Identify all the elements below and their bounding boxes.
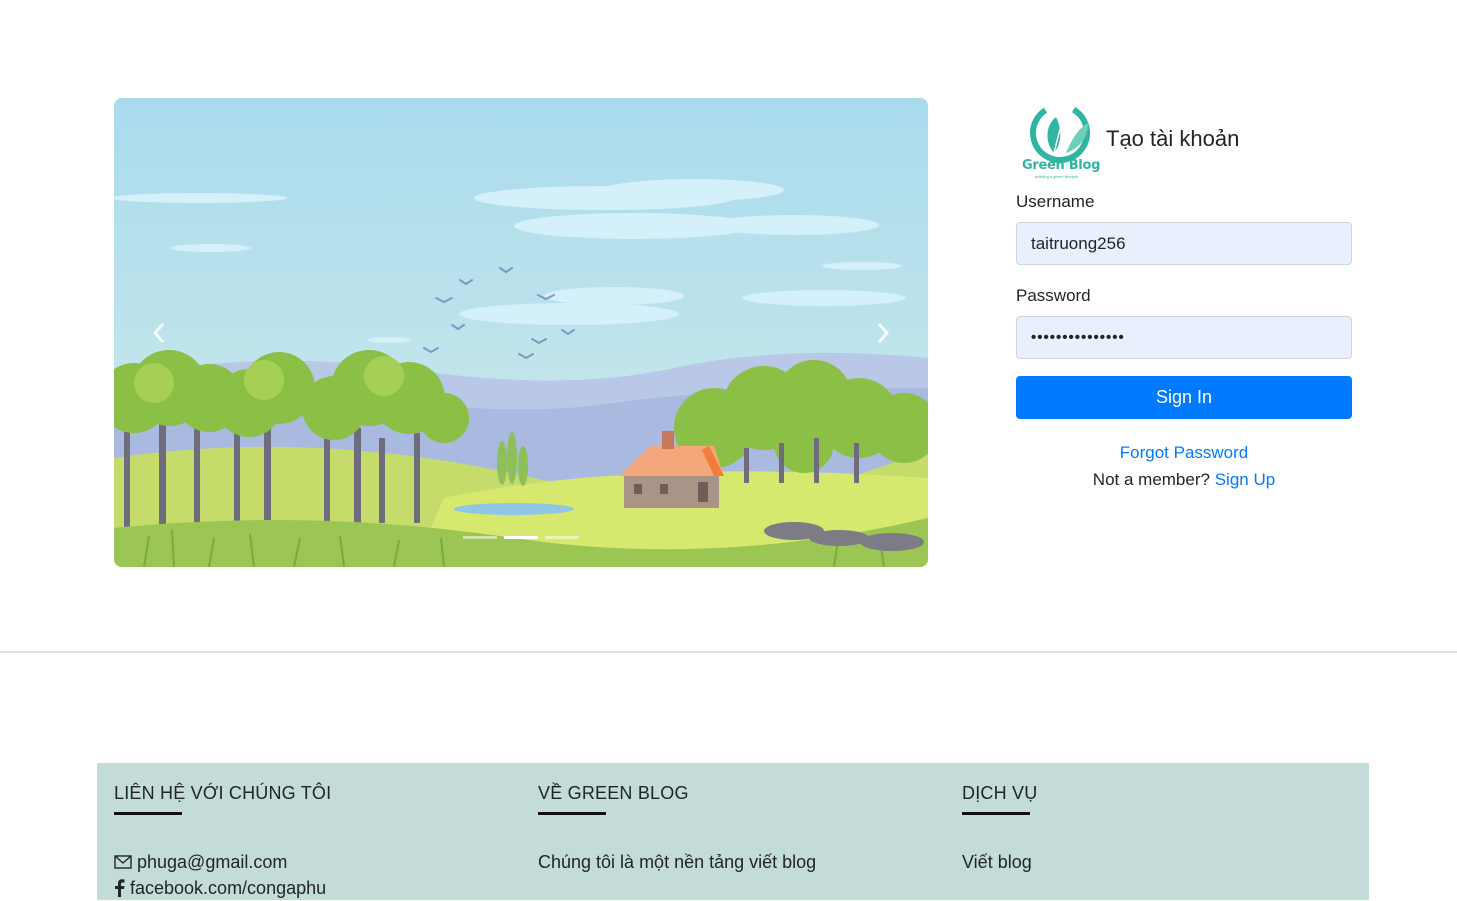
brand-header: Green Blog building a green lifestyle Tạ…	[1016, 103, 1352, 181]
footer-service-item[interactable]: Viết blog	[962, 852, 1037, 873]
footer-about-heading: VỀ GREEN BLOG	[538, 783, 689, 803]
password-input[interactable]: •••••••••••••••	[1016, 316, 1352, 359]
footer-about-column: VỀ GREEN BLOG Chúng tôi là một nền tảng …	[538, 783, 816, 873]
sign-in-button[interactable]: Sign In	[1016, 376, 1352, 419]
section-divider	[0, 651, 1457, 653]
facebook-icon	[114, 879, 125, 897]
password-label: Password	[1016, 286, 1091, 305]
username-label: Username	[1016, 192, 1095, 211]
sign-up-link[interactable]: Sign Up	[1215, 470, 1275, 489]
auth-links: Forgot Password Not a member? Sign Up	[1016, 439, 1352, 493]
forgot-password-link[interactable]: Forgot Password	[1120, 443, 1249, 462]
logo-text: Green Blog	[1022, 158, 1101, 173]
footer: LIÊN HỆ VỚI CHÚNG TÔI phuga@gmail.com fa…	[97, 763, 1369, 900]
login-form: Green Blog building a green lifestyle Tạ…	[1016, 103, 1352, 493]
heading-underline	[962, 812, 1030, 815]
chevron-right-icon	[877, 322, 890, 343]
logo-tagline: building a green lifestyle	[1035, 174, 1078, 179]
chevron-left-icon	[152, 322, 165, 343]
footer-facebook: facebook.com/congaphu	[130, 877, 327, 898]
footer-contact-heading: LIÊN HỆ VỚI CHÚNG TÔI	[114, 783, 332, 803]
heading-underline	[538, 812, 606, 815]
carousel-prev-button[interactable]	[114, 98, 204, 567]
green-blog-logo: Green Blog building a green lifestyle	[1016, 103, 1104, 181]
carousel-indicator-active[interactable]	[504, 536, 538, 539]
carousel-next-button[interactable]	[838, 98, 928, 567]
footer-contact-column: LIÊN HỆ VỚI CHÚNG TÔI phuga@gmail.com fa…	[114, 783, 331, 901]
footer-about-text: Chúng tôi là một nền tảng viết blog	[538, 852, 817, 872]
landscape-illustration	[114, 98, 928, 567]
password-value: •••••••••••••••	[1031, 329, 1125, 346]
footer-services-column: DỊCH VỤ Viết blog	[962, 783, 1037, 873]
carousel-indicators	[114, 536, 928, 539]
footer-email-line[interactable]: phuga@gmail.com	[114, 849, 331, 875]
username-input[interactable]: taitruong256	[1016, 222, 1352, 265]
leaf-logo-icon	[1030, 103, 1090, 163]
footer-email: phuga@gmail.com	[137, 851, 288, 872]
footer-facebook-line[interactable]: facebook.com/congaphu	[114, 875, 331, 901]
footer-services-heading: DỊCH VỤ	[962, 783, 1038, 803]
carousel-indicator[interactable]	[545, 536, 579, 539]
page-title: Tạo tài khoản	[1106, 126, 1240, 151]
heading-underline	[114, 812, 182, 815]
envelope-icon	[114, 855, 132, 869]
image-carousel[interactable]	[114, 98, 928, 567]
carousel-indicator[interactable]	[463, 536, 497, 539]
username-value: taitruong256	[1031, 233, 1126, 253]
not-member-text: Not a member?	[1092, 470, 1210, 489]
